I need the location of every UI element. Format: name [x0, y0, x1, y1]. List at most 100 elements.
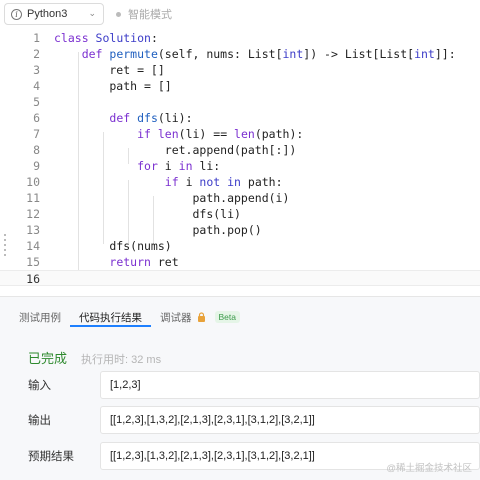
code-text: def permute(self, nums: List[int]) -> Li…	[54, 46, 456, 62]
status-dot-icon	[116, 11, 121, 17]
status-row: 已完成 执行用时: 32 ms	[28, 348, 161, 367]
smart-mode-toggle[interactable]: 智能模式	[116, 6, 172, 22]
line-number: 14	[26, 239, 40, 253]
result-panel: 测试用例 代码执行结果 调试器 Beta 已完成 执行用时: 32 ms 输入 …	[0, 296, 480, 480]
tab-test-cases[interactable]: 测试用例	[10, 305, 70, 327]
tab-debugger[interactable]: 调试器 Beta	[151, 305, 249, 327]
code-line[interactable]: 6 def dfs(li):	[0, 110, 480, 126]
code-token: (self, nums: List[	[157, 47, 283, 61]
line-number: 9	[33, 159, 40, 173]
code-line[interactable]: 9 for i in li:	[0, 158, 480, 174]
beta-badge: Beta	[214, 311, 240, 323]
output-label: 输出	[28, 415, 51, 427]
code-text: path = []	[54, 78, 172, 94]
code-line[interactable]: 5	[0, 94, 480, 110]
code-token: ret.append(path[:])	[54, 143, 297, 157]
code-line[interactable]: 2 def permute(self, nums: List[int]) -> …	[0, 46, 480, 62]
watermark: @稀土掘金技术社区	[386, 463, 472, 474]
code-token: for	[137, 159, 165, 173]
code-token: dfs(li)	[54, 207, 241, 221]
code-token: not in	[199, 175, 248, 189]
line-number: 3	[33, 63, 40, 77]
code-token: if	[137, 127, 158, 141]
code-line[interactable]: 14 dfs(nums)	[0, 238, 480, 254]
code-text: def dfs(li):	[54, 110, 193, 126]
lock-icon	[197, 312, 205, 322]
code-text: ret.append(path[:])	[54, 142, 297, 158]
code-token: (path):	[254, 127, 304, 141]
input-row: 输入 [1,2,3]	[28, 371, 480, 399]
code-token: ]]:	[434, 47, 456, 61]
code-token: if	[164, 175, 186, 189]
line-number: 4	[33, 79, 40, 93]
code-token: (li):	[157, 111, 193, 125]
code-token: ]) -> List[List[	[303, 47, 415, 61]
code-token: int	[414, 47, 435, 61]
info-icon: i	[11, 8, 22, 20]
code-text: for i in li:	[54, 158, 220, 174]
code-token: len	[234, 127, 255, 141]
code-line[interactable]: 11 path.append(i)	[0, 190, 480, 206]
code-token: path:	[247, 175, 283, 189]
code-text: dfs(nums)	[54, 238, 172, 254]
code-line[interactable]: 7 if len(li) == len(path):	[0, 126, 480, 142]
line-number: 11	[26, 191, 40, 205]
code-text: dfs(li)	[54, 206, 241, 222]
chevron-down-icon: ⌄	[88, 8, 96, 18]
code-text: ret = []	[54, 62, 165, 78]
code-token: dfs(nums)	[54, 239, 172, 253]
code-line[interactable]: 15 return ret	[0, 254, 480, 270]
line-number: 8	[33, 143, 40, 157]
smart-mode-label: 智能模式	[128, 9, 172, 21]
tab-exec-result[interactable]: 代码执行结果	[70, 305, 151, 327]
code-token: ret = []	[54, 63, 165, 77]
toolbar: i Python3 ⌄ 智能模式	[0, 0, 480, 28]
tab-debugger-label: 调试器	[160, 311, 192, 324]
line-number: 2	[33, 47, 40, 61]
line-number: 12	[26, 207, 40, 221]
resize-grip-icon[interactable]	[4, 234, 6, 259]
code-token: Solution	[95, 31, 151, 45]
language-label: Python3	[27, 8, 68, 20]
code-token: path.pop()	[54, 223, 262, 237]
code-token: path = []	[54, 79, 172, 93]
line-number: 6	[33, 111, 40, 125]
line-number: 10	[26, 175, 40, 189]
code-line[interactable]: 16	[0, 270, 480, 286]
output-row: 输出 [[1,2,3],[1,3,2],[2,1,3],[2,3,1],[3,1…	[28, 406, 480, 434]
code-token: path.append(i)	[54, 191, 290, 205]
code-line[interactable]: 13 path.pop()	[0, 222, 480, 238]
code-text: if len(li) == len(path):	[54, 126, 303, 142]
code-line[interactable]: 12 dfs(li)	[0, 206, 480, 222]
line-number: 7	[33, 127, 40, 141]
code-text: class Solution:	[54, 30, 158, 46]
code-line[interactable]: 3 ret = []	[0, 62, 480, 78]
code-line[interactable]: 1 class Solution:	[0, 30, 480, 46]
input-label: 输入	[28, 380, 51, 392]
code-token: def	[109, 111, 138, 125]
output-value: [[1,2,3],[1,3,2],[2,1,3],[2,3,1],[3,1,2]…	[100, 406, 480, 434]
code-token: def	[81, 47, 110, 61]
code-token: class	[54, 31, 96, 45]
code-line[interactable]: 10 if i not in path:	[0, 174, 480, 190]
line-number: 5	[33, 95, 40, 109]
line-number: 16	[26, 272, 40, 286]
tab-exec-result-label: 代码执行结果	[79, 311, 142, 324]
exec-time: 执行用时: 32 ms	[81, 354, 162, 366]
code-token: return	[109, 255, 158, 269]
code-line[interactable]: 8 ret.append(path[:])	[0, 142, 480, 158]
line-number: 15	[26, 255, 40, 269]
code-text: path.append(i)	[54, 190, 289, 206]
line-number: 13	[26, 223, 40, 237]
code-text: return ret	[54, 254, 179, 270]
code-token: i	[164, 159, 179, 173]
language-select[interactable]: i Python3 ⌄	[4, 3, 104, 25]
code-line[interactable]: 4 path = []	[0, 78, 480, 94]
code-token: ret	[157, 255, 179, 269]
code-editor[interactable]: 1 class Solution: 2 def permute(self, nums…	[0, 28, 480, 296]
